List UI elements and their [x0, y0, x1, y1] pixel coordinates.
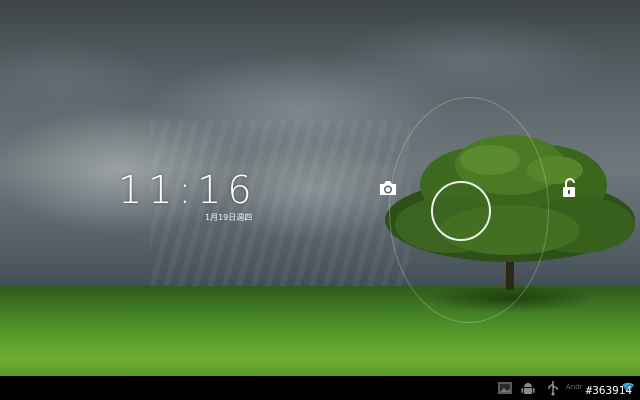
unlock-handle[interactable] [431, 181, 491, 241]
android-icon[interactable] [520, 380, 536, 396]
status-bar: Andr [0, 376, 640, 400]
usb-icon [548, 381, 558, 396]
status-label: Andr [566, 383, 583, 391]
camera-icon[interactable] [378, 179, 398, 197]
gallery-icon[interactable] [497, 380, 513, 396]
lock-date: 1月19日週四 [205, 213, 253, 222]
lock-clock: 11:16 [118, 168, 258, 212]
screenshot-id-label: #363914 [585, 384, 632, 397]
unlock-icon[interactable] [562, 178, 576, 198]
